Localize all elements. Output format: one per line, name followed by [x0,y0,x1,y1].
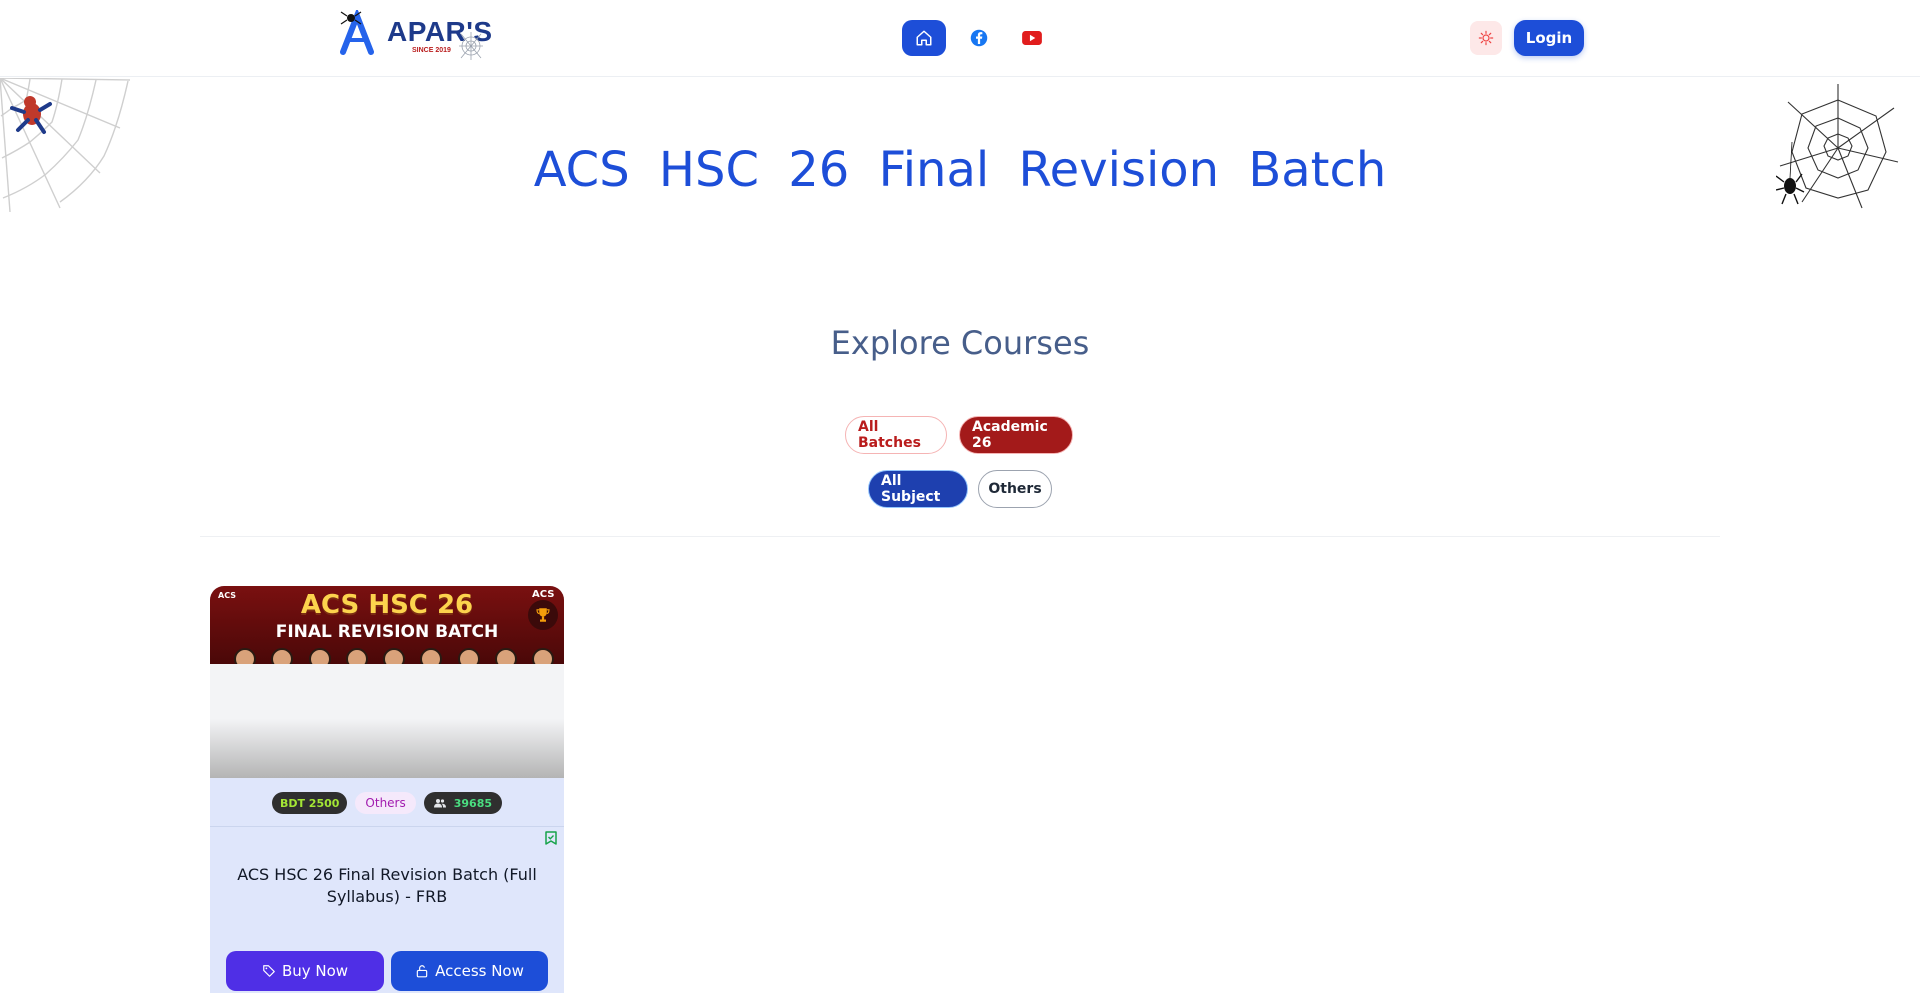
course-tags: BDT 2500 Others 39685 [210,792,564,814]
unlock-icon [416,965,428,978]
access-now-label: Access Now [435,962,524,980]
subject-filter-group: All Subject Others [0,470,1920,508]
logo-since: SINCE 2019 [412,47,451,54]
spider-figure-icon [10,96,52,134]
site-logo[interactable]: APAR'S SINCE 2019 [337,7,492,60]
users-icon [433,799,446,808]
filter-all-subject[interactable]: All Subject [868,470,968,508]
web-logo-icon [459,32,483,60]
page-title: ACS HSC 26 Final Revision Batch [533,142,1387,198]
banner-subheadline: FINAL REVISION BATCH [275,622,499,642]
course-title[interactable]: ACS HSC 26 Final Revision Batch (Full Sy… [230,864,544,908]
banner-headline: ACS HSC 26 [300,590,474,620]
batch-filter-group: All Batches Academic 26 [0,416,1920,454]
instructor-faces [234,648,554,670]
theme-toggle-button[interactable] [1470,21,1502,55]
tag-icon [263,965,275,977]
access-now-button[interactable]: Access Now [391,951,548,991]
bookmark-check-icon[interactable] [544,830,558,846]
course-image-placeholder [210,664,564,778]
sun-icon [1478,30,1494,46]
buy-now-label: Buy Now [281,962,349,980]
site-header: APAR'S SINCE 2019 Login [0,0,1920,77]
students-badge: 39685 [423,792,503,814]
facebook-link[interactable] [968,27,990,49]
category-badge: Others [355,792,416,814]
filter-academic-26[interactable]: Academic 26 [959,416,1073,454]
course-card[interactable]: ACS ACS ACS HSC 26 FINAL REVISION BATCH … [210,586,564,993]
price-badge: BDT 2500 [271,792,348,814]
home-icon [916,30,932,46]
youtube-link[interactable] [1020,27,1044,49]
section-divider [200,536,1720,537]
filter-others[interactable]: Others [978,470,1052,508]
facebook-icon [970,29,988,47]
login-button[interactable]: Login [1514,20,1584,56]
spider-logo-icon [340,7,374,55]
buy-now-button[interactable]: Buy Now [226,951,384,991]
students-count: 39685 [453,796,493,810]
filter-all-batches[interactable]: All Batches [845,416,947,454]
card-separator [210,826,564,827]
explore-courses-heading: Explore Courses [830,324,1090,362]
course-banner-image[interactable]: ACS ACS ACS HSC 26 FINAL REVISION BATCH [210,586,564,670]
youtube-icon [1022,31,1042,45]
home-nav-button[interactable] [902,20,946,56]
